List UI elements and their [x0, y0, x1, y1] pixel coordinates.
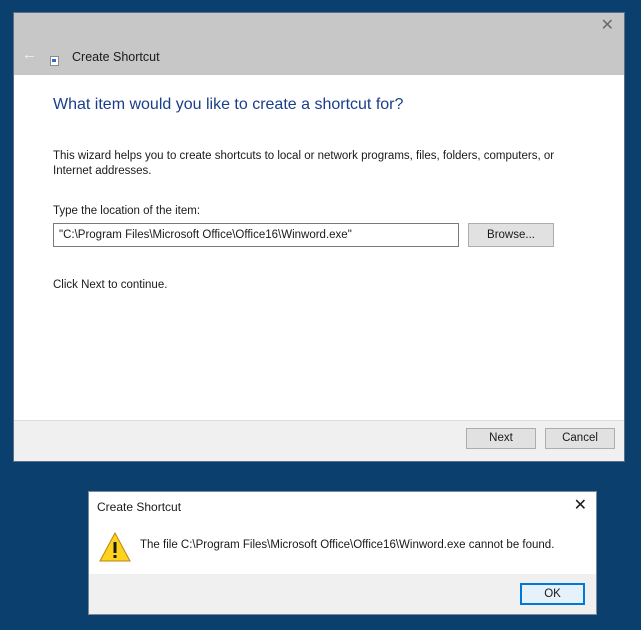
close-icon[interactable]: ✕ [601, 17, 614, 35]
shortcut-app-icon [50, 56, 59, 66]
location-label: Type the location of the item: [53, 205, 201, 217]
page-heading: What item would you like to create a sho… [53, 96, 404, 113]
close-icon[interactable]: ✕ [574, 497, 587, 515]
error-dialog-title: Create Shortcut [97, 500, 182, 514]
back-arrow-icon[interactable]: ← [22, 47, 37, 62]
ok-button[interactable]: OK [520, 583, 585, 605]
location-input[interactable] [53, 223, 459, 247]
wizard-title: Create Shortcut [72, 50, 160, 64]
create-shortcut-wizard: ← Create Shortcut ✕ What item would you … [13, 12, 625, 462]
error-dialog-titlebar: Create Shortcut ✕ [89, 492, 596, 522]
cancel-button[interactable]: Cancel [545, 428, 615, 449]
warning-icon [99, 532, 131, 562]
wizard-description: This wizard helps you to create shortcut… [53, 150, 555, 177]
error-message: The file C:\Program Files\Microsoft Offi… [140, 539, 555, 551]
error-dialog-body: The file C:\Program Files\Microsoft Offi… [89, 522, 596, 574]
browse-button[interactable]: Browse... [468, 223, 554, 247]
wizard-footer: Next Cancel [14, 420, 624, 461]
desktop: ← Create Shortcut ✕ What item would you … [0, 0, 641, 630]
next-button[interactable]: Next [466, 428, 536, 449]
wizard-titlebar: ← Create Shortcut ✕ [14, 13, 624, 75]
error-dialog: Create Shortcut ✕ The file C:\Program Fi… [88, 491, 597, 615]
continue-text: Click Next to continue. [53, 279, 168, 291]
